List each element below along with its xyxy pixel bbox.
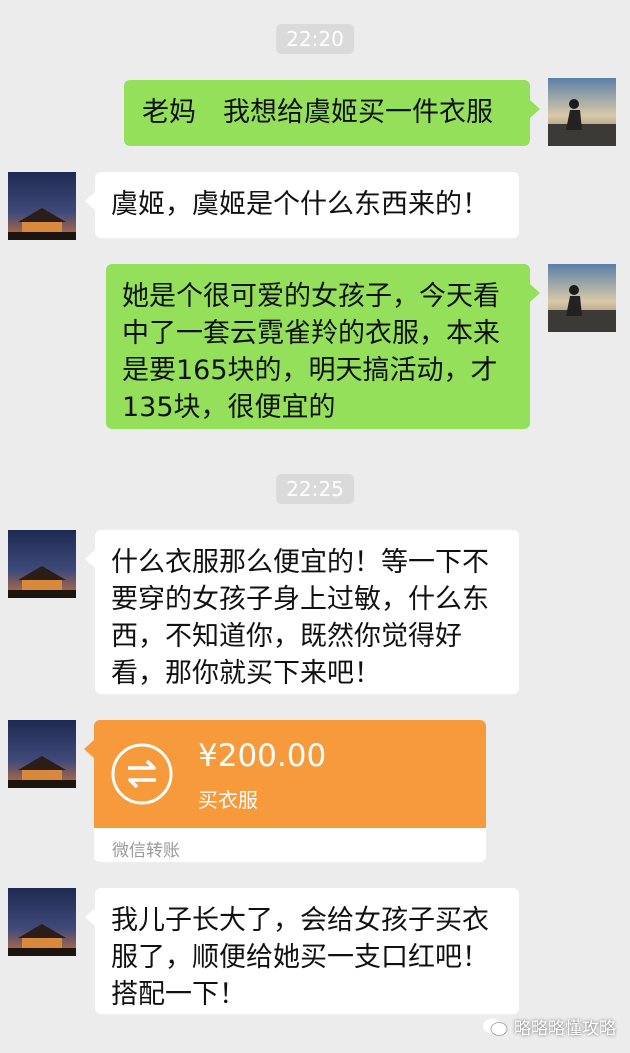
user-avatar[interactable] <box>548 78 616 146</box>
mom-avatar-image <box>8 530 76 598</box>
mom-avatar-image <box>8 172 76 240</box>
transfer-card[interactable]: ¥200.00 买衣服 微信转账 <box>84 720 486 862</box>
mom-avatar[interactable] <box>8 720 76 788</box>
user-avatar-image <box>548 78 616 146</box>
transfer-service-label: 微信转账 <box>112 841 180 861</box>
message-bubble-sent[interactable]: 她是个很可爱的女孩子，今天看中了一套云霓雀羚的衣服，本来是要165块的，明天搞活… <box>106 264 540 429</box>
timestamp: 22:25 <box>276 474 354 504</box>
message-bubble-received[interactable]: 虞姬，虞姬是个什么东西来的！ <box>85 172 519 238</box>
transfer-arrows-icon <box>111 743 173 805</box>
mom-avatar-image <box>8 888 76 956</box>
watermark: 略略略懂攻略 <box>482 1014 616 1039</box>
transfer-amount: ¥200.00 <box>198 738 327 774</box>
mom-avatar[interactable] <box>8 888 76 956</box>
message-bubble-received[interactable]: 什么衣服那么便宜的！等一下不要穿的女孩子身上过敏，什么东西，不知道你，既然你觉得… <box>85 530 519 694</box>
mom-avatar-image <box>8 720 76 788</box>
mom-avatar[interactable] <box>8 530 76 598</box>
transfer-memo: 买衣服 <box>198 788 258 812</box>
watermark-text: 略略略懂攻略 <box>514 1019 616 1039</box>
wechat-logo-icon <box>483 1018 508 1036</box>
message-bubble-sent[interactable]: 老妈 我想给虞姬买一件衣服 <box>124 80 540 146</box>
timestamp: 22:20 <box>276 24 354 54</box>
mom-avatar[interactable] <box>8 172 76 240</box>
user-avatar[interactable] <box>548 264 616 332</box>
message-bubble-received[interactable]: 我儿子长大了，会给女孩子买衣服了，顺便给她买一支口红吧！搭配一下！ <box>85 888 519 1014</box>
user-avatar-image <box>548 264 616 332</box>
